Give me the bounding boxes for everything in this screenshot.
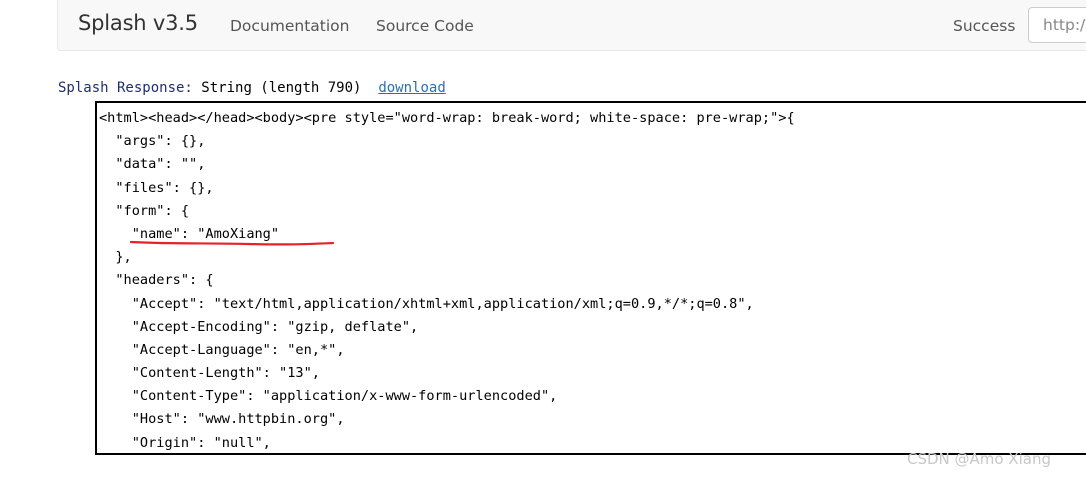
code-line: "args": {},	[99, 133, 206, 150]
code-line: <html><head></head><body><pre style="wor…	[99, 110, 795, 126]
code-line: "Content-Type": "application/x-www-form-…	[99, 388, 558, 405]
code-line: "files": {},	[99, 179, 214, 196]
response-description: String (length 790)	[201, 80, 362, 96]
code-line: "data": "",	[99, 156, 206, 173]
nav-documentation-link[interactable]: Documentation	[230, 17, 350, 35]
response-body-box[interactable]: <html><head></head><body><pre style="wor…	[95, 101, 1086, 455]
download-link[interactable]: download	[378, 80, 445, 96]
code-line: "Accept-Encoding": "gzip, deflate",	[99, 318, 419, 335]
navbar: Splash v3.5 Documentation Source Code Su…	[57, 0, 1086, 51]
code-line: "form": {	[99, 202, 190, 219]
status-text: Success	[953, 17, 1016, 35]
code-line: "headers": {	[99, 272, 214, 289]
code-line: "Accept": "text/html,application/xhtml+x…	[99, 295, 754, 312]
code-line: "Content-Length": "13",	[99, 365, 320, 382]
response-label: Splash Response:	[58, 80, 193, 96]
response-summary: Splash Response: String (length 790) dow…	[58, 80, 446, 96]
watermark: CSDN @Amo Xiang	[907, 450, 1052, 468]
code-line: },	[99, 249, 132, 266]
nav-source-code-link[interactable]: Source Code	[376, 17, 474, 35]
code-line: "Accept-Language": "en,*",	[99, 341, 345, 358]
brand-link[interactable]: Splash v3.5	[78, 11, 198, 35]
response-body-code: <html><head></head><body><pre style="wor…	[97, 103, 1086, 453]
url-input[interactable]	[1028, 7, 1086, 43]
red-underline-annotation	[129, 240, 335, 246]
code-line: "Host": "www.httpbin.org",	[99, 411, 345, 428]
